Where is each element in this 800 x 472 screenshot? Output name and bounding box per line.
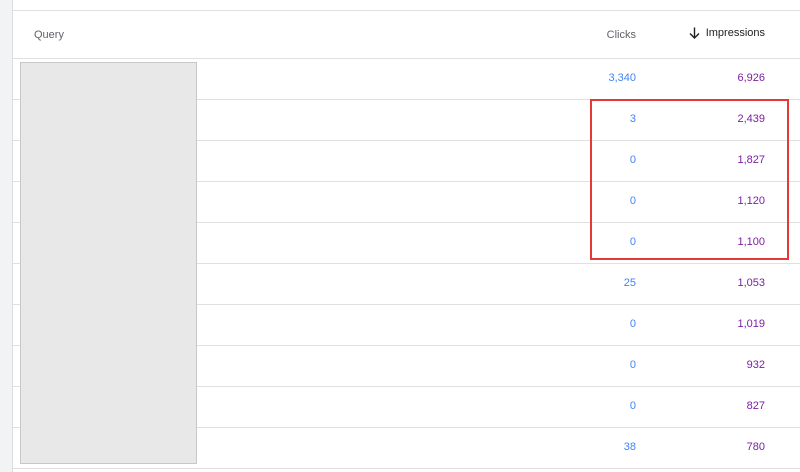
clicks-cell: 0: [629, 154, 636, 166]
impressions-cell: 827: [746, 400, 765, 412]
table-header: Query Clicks Impressions: [13, 11, 800, 59]
impressions-cell: 2,439: [737, 113, 765, 125]
impressions-column-header[interactable]: Impressions: [689, 27, 765, 39]
clicks-cell: 38: [623, 441, 636, 453]
clicks-cell: 3: [629, 113, 636, 125]
clicks-cell: 0: [629, 195, 636, 207]
impressions-cell: 1,120: [737, 195, 765, 207]
impressions-cell: 780: [746, 441, 765, 453]
impressions-header-label: Impressions: [705, 27, 765, 39]
clicks-cell: 3,340: [608, 72, 636, 84]
clicks-cell: 0: [629, 400, 636, 412]
table-top-border: [13, 0, 800, 11]
query-redaction-box: [20, 62, 197, 464]
clicks-cell: 25: [623, 277, 636, 289]
clicks-cell: 0: [629, 359, 636, 371]
arrow-down-icon: [689, 27, 700, 39]
impressions-cell: 1,827: [737, 154, 765, 166]
clicks-column-header[interactable]: Clicks: [607, 29, 636, 41]
impressions-cell: 6,926: [737, 72, 765, 84]
performance-table: Query Clicks Impressions 3,340 6,926 3 2…: [12, 0, 800, 472]
impressions-cell: 1,053: [737, 277, 765, 289]
clicks-cell: 0: [629, 318, 636, 330]
clicks-cell: 0: [629, 236, 636, 248]
impressions-cell: 1,019: [737, 318, 765, 330]
impressions-cell: 932: [746, 359, 765, 371]
impressions-cell: 1,100: [737, 236, 765, 248]
query-column-header[interactable]: Query: [34, 29, 64, 41]
